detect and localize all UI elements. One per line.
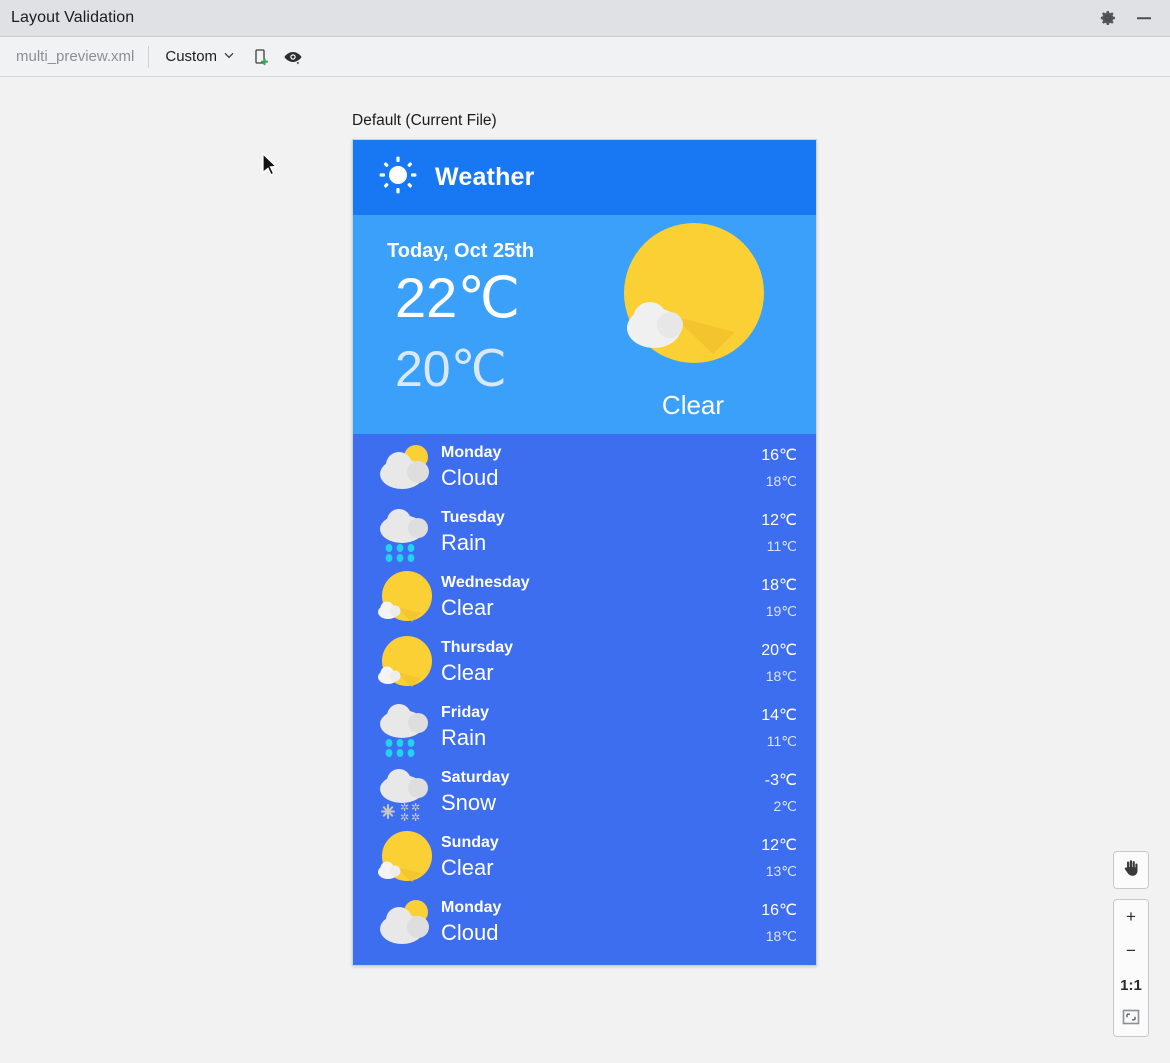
forecast-day: Monday [441,444,501,462]
forecast-day: Monday [441,899,501,917]
forecast-condition: Rain [441,530,486,556]
zoom-controls: + − 1:1 [1113,899,1149,1037]
configuration-dropdown[interactable]: Custom [149,48,247,65]
forecast-low-temp: 18℃ [766,928,797,945]
forecast-day: Sunday [441,834,499,852]
rain-icon [375,503,435,563]
forecast-high-temp: -3℃ [765,770,797,790]
forecast-low-temp: 2℃ [773,798,797,815]
fit-screen-button[interactable] [1113,1002,1149,1036]
forecast-day: Wednesday [441,574,530,592]
window-title: Layout Validation [11,9,134,27]
cloud-sun-icon [375,893,435,953]
pan-hand-icon [1121,858,1141,883]
device-preview-frame[interactable]: Weather Today, Oct 25th 22℃ 20℃ Clear [352,139,817,966]
cloud-sun-icon [375,438,435,498]
svg-text:✲: ✲ [411,812,420,823]
sun-cloud-small-icon [375,633,435,693]
forecast-row[interactable]: Monday Cloud 16℃ 18℃ [353,891,816,956]
forecast-low-temp: 19℃ [766,603,797,620]
fit-screen-icon [1122,1008,1140,1031]
file-tab[interactable]: multi_preview.xml [0,48,148,65]
forecast-condition: Cloud [441,465,498,491]
minimize-icon[interactable] [1134,8,1154,28]
forecast-day: Friday [441,704,489,722]
forecast-condition: Clear [441,660,494,686]
toolbar-buttons [251,47,303,67]
forecast-low-temp: 18℃ [766,668,797,685]
forecast-high-temp: 12℃ [761,510,797,530]
current-condition: Clear [618,390,768,421]
forecast-low-temp: 18℃ [766,473,797,490]
current-low-temp: 20℃ [395,340,507,398]
forecast-row[interactable]: Friday Rain 14℃ 11℃ [353,696,816,761]
zoom-ratio-button[interactable]: 1:1 [1113,968,1149,1002]
forecast-day: Saturday [441,769,509,787]
forecast-condition: Cloud [441,920,498,946]
settings-icon[interactable] [1098,8,1118,28]
configuration-label: Custom [165,48,217,65]
forecast-high-temp: 14℃ [761,705,797,725]
forecast-high-temp: 12℃ [761,835,797,855]
zoom-in-button[interactable]: + [1113,900,1149,934]
forecast-list: Monday Cloud 16℃ 18℃ [353,434,816,966]
forecast-row[interactable]: ✲✲ ✲✲ Saturday Snow -3℃ 2℃ [353,761,816,826]
forecast-row[interactable]: Wednesday Clear 18℃ 19℃ [353,566,816,631]
sun-cloud-small-icon [375,568,435,628]
svg-text:✲: ✲ [400,812,409,823]
current-high-temp: 22℃ [395,265,520,331]
forecast-day: Tuesday [441,509,505,527]
sun-cloud-small-icon [375,828,435,888]
add-device-icon[interactable] [251,47,271,67]
forecast-high-temp: 16℃ [761,445,797,465]
forecast-condition: Clear [441,855,494,881]
window-actions [1098,8,1154,28]
forecast-high-temp: 18℃ [761,575,797,595]
preview-toolbar: multi_preview.xml Custom [0,37,1170,77]
mouse-cursor [262,153,280,179]
window-titlebar: Layout Validation [0,0,1170,37]
forecast-row[interactable]: Tuesday Rain 12℃ 11℃ [353,501,816,566]
zoom-out-button[interactable]: − [1113,934,1149,968]
preview-title: Default (Current File) [352,112,497,130]
preview-canvas[interactable]: Default (Current File) [0,78,1170,1063]
forecast-condition: Rain [441,725,486,751]
forecast-condition: Snow [441,790,496,816]
forecast-high-temp: 20℃ [761,640,797,660]
pan-tool-button[interactable] [1113,851,1149,889]
chevron-down-icon [223,48,235,65]
forecast-low-temp: 11℃ [767,538,797,555]
current-weather-panel: Today, Oct 25th 22℃ 20℃ Clear [353,215,816,434]
forecast-row[interactable]: Thursday Clear 20℃ 18℃ [353,631,816,696]
rain-icon [375,698,435,758]
current-date: Today, Oct 25th [387,240,534,263]
app-bar-title: Weather [435,163,535,192]
sun-icon [377,154,419,201]
sun-with-cloud-icon [618,223,768,373]
snow-icon: ✲✲ ✲✲ [375,763,435,823]
forecast-low-temp: 13℃ [766,863,797,880]
weather-app-bar: Weather [353,140,816,215]
visibility-icon[interactable] [283,47,303,67]
forecast-low-temp: 11℃ [767,733,797,750]
forecast-day: Thursday [441,639,513,657]
forecast-high-temp: 16℃ [761,900,797,920]
forecast-row[interactable]: Sunday Clear 12℃ 13℃ [353,826,816,891]
forecast-condition: Clear [441,595,494,621]
forecast-row[interactable]: Monday Cloud 16℃ 18℃ [353,436,816,501]
